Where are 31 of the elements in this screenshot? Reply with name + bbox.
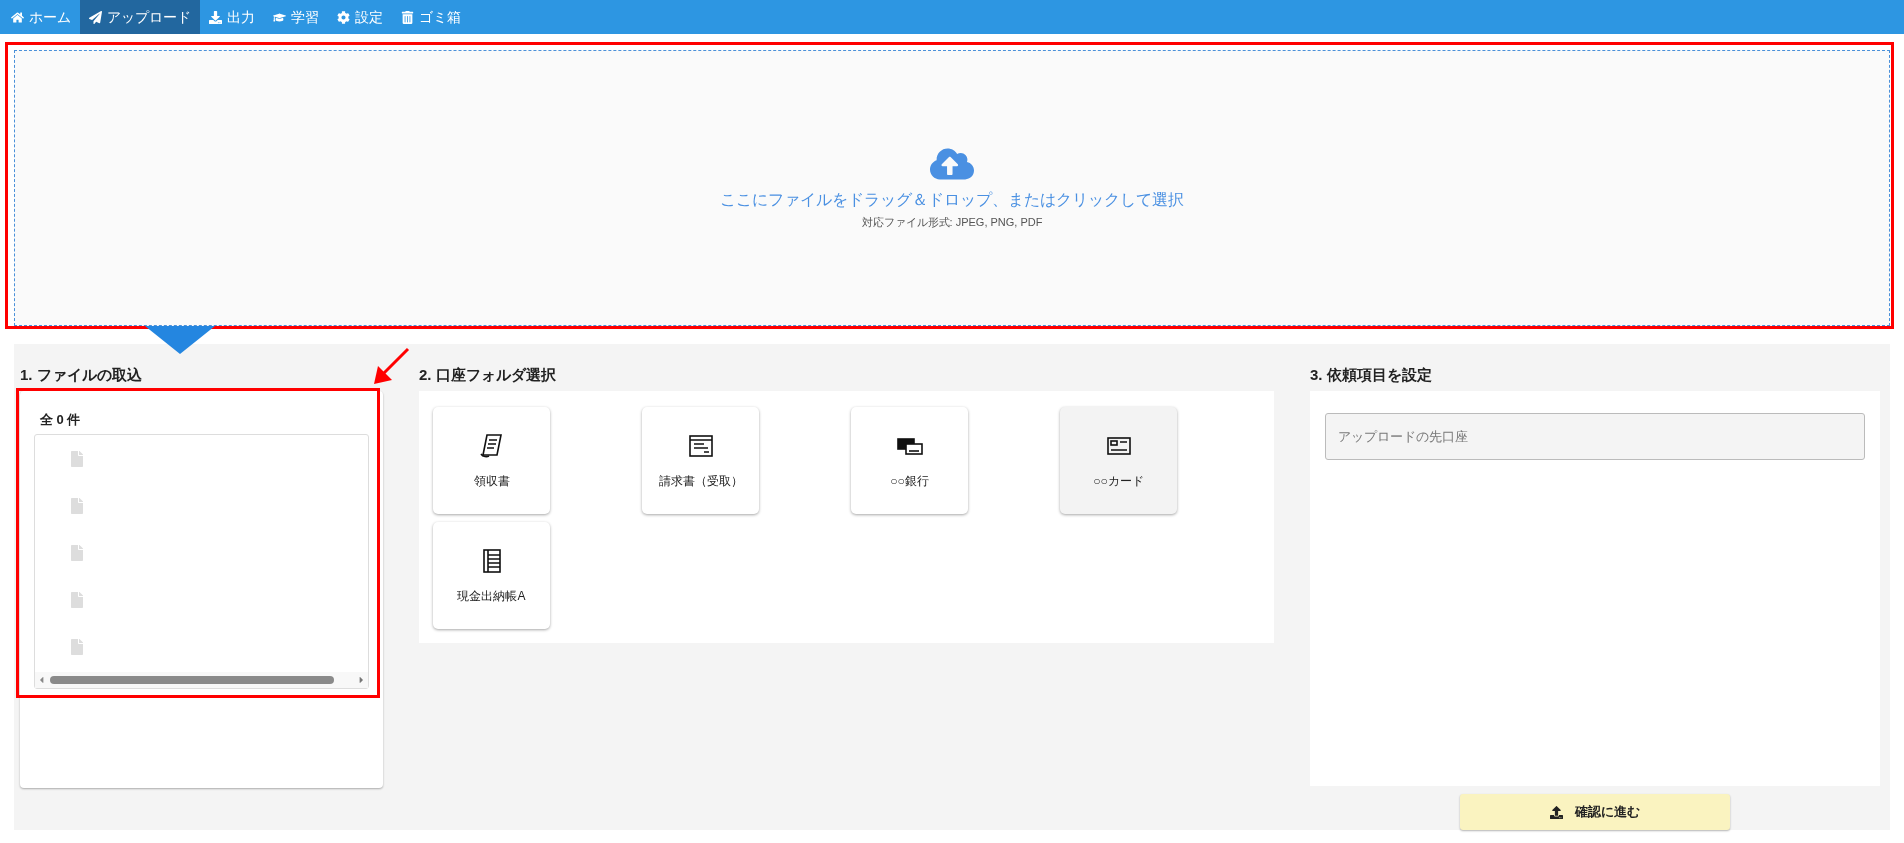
- folder-tile[interactable]: 領収書: [433, 407, 550, 514]
- file-placeholder-icon: [71, 497, 83, 514]
- annotation-arrow: [372, 346, 412, 386]
- download-icon: [209, 10, 222, 24]
- trash-icon: [401, 10, 414, 24]
- paper-plane-icon: [89, 10, 102, 24]
- drop-prompt: ここにファイルをドラッグ＆ドロップ、またはクリックして選択: [720, 189, 1184, 210]
- scroll-left-icon[interactable]: [37, 674, 46, 685]
- confirm-button[interactable]: 確認に進む: [1460, 794, 1730, 830]
- section-title: 1. ファイルの取込: [20, 365, 143, 385]
- section-title: 3. 依頼項目を設定: [1310, 365, 1433, 385]
- settings-icon: [337, 10, 350, 24]
- scrollbar-thumb[interactable]: [50, 675, 334, 684]
- drop-zone[interactable]: ここにファイルをドラッグ＆ドロップ、またはクリックして選択 対応ファイル形式: JPEG, PNG, PDF: [14, 50, 1890, 326]
- upload-icon: [1550, 805, 1563, 819]
- folder-tile[interactable]: ○○銀行: [851, 407, 968, 514]
- destination-field[interactable]: アップロードの先口座: [1325, 412, 1865, 460]
- nav-tab[interactable]: アップロード: [80, 0, 200, 34]
- horizontal-scrollbar[interactable]: [35, 671, 368, 688]
- scroll-right-icon[interactable]: [357, 674, 366, 685]
- folder-tile[interactable]: 現金出納帳A: [433, 522, 550, 629]
- file-placeholder-icon: [71, 638, 83, 655]
- file-placeholder-icon: [71, 450, 83, 467]
- supported-formats: 対応ファイル形式: JPEG, PNG, PDF: [861, 214, 1043, 230]
- home-icon: [11, 10, 24, 24]
- folder-tile[interactable]: ○○カード: [1060, 407, 1177, 514]
- file-placeholder-icon: [71, 544, 83, 561]
- section-title: 2. 口座フォルダ選択: [419, 365, 557, 385]
- file-placeholder-icon: [71, 591, 83, 608]
- folder-tile[interactable]: 請求書（受取）: [642, 407, 759, 514]
- file-count: 全 0 件: [39, 411, 82, 429]
